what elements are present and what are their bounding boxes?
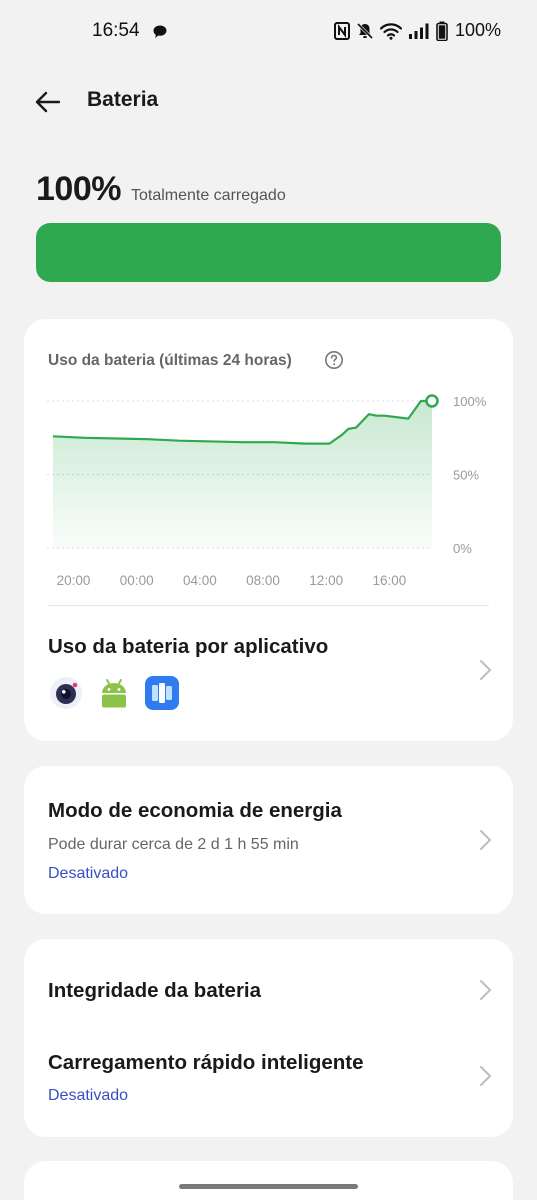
chevron-right-icon — [480, 1066, 491, 1086]
chevron-right-icon — [480, 830, 491, 850]
android-app-icon — [102, 679, 126, 708]
page-title: Bateria — [87, 88, 159, 111]
battery-level-row: 100% Totalmente carregado — [36, 170, 286, 209]
wifi-icon — [379, 22, 402, 40]
status-battery-percent: 100% — [454, 20, 501, 40]
battery-health-card: Integridade da bateria Carregamento rápi… — [24, 939, 513, 1137]
smart-fast-charge-state: Desativado — [48, 1087, 129, 1104]
smart-fast-charge-row[interactable] — [24, 1031, 513, 1137]
signal-icon — [408, 23, 429, 39]
chart-area — [53, 401, 432, 548]
next-settings-card[interactable] — [24, 1161, 513, 1200]
chat-bubble-icon — [153, 25, 167, 38]
status-bar: 16:54 100% — [0, 0, 537, 64]
status-icons: 100% — [333, 20, 501, 41]
chevron-right-icon — [480, 980, 491, 1000]
chart-end-point — [425, 394, 439, 408]
battery-level-value: 100% — [36, 170, 121, 208]
x-tick-label: 16:00 — [372, 573, 406, 588]
per-app-usage-title: Uso da bateria por aplicativo — [48, 635, 329, 658]
files-app-icon — [145, 676, 179, 710]
nfc-icon — [333, 21, 350, 40]
x-tick-label: 04:00 — [183, 573, 217, 588]
power-saving-estimate: Pode durar cerca de 2 d 1 h 55 min — [48, 836, 299, 853]
camera-app-icon — [50, 677, 82, 709]
power-saving-state: Desativado — [48, 865, 129, 882]
bell-muted-icon — [356, 22, 374, 39]
x-tick-label: 08:00 — [246, 573, 280, 588]
x-tick-label: 20:00 — [57, 573, 91, 588]
battery-usage-card: Uso da bateria (últimas 24 horas) 100% 50… — [24, 319, 513, 741]
power-saving-card[interactable]: Modo de economia de energia Pode durar c… — [24, 766, 513, 914]
battery-health-title: Integridade da bateria — [48, 979, 262, 1002]
battery-icon — [436, 21, 448, 41]
per-app-usage-row[interactable] — [24, 606, 513, 741]
smart-fast-charge-title: Carregamento rápido inteligente — [48, 1051, 364, 1074]
question-circle-icon[interactable] — [324, 350, 344, 370]
arrow-left-icon[interactable] — [30, 84, 66, 120]
x-tick-label: 12:00 — [309, 573, 343, 588]
battery-status: Totalmente carregado — [130, 187, 286, 204]
navigation-handle[interactable] — [179, 1184, 358, 1189]
battery-level-bar — [36, 223, 501, 282]
y-tick-label: 0% — [453, 541, 472, 556]
battery-level-fill — [36, 223, 501, 282]
power-saving-title: Modo de economia de energia — [48, 799, 342, 822]
header: Bateria — [0, 78, 537, 124]
y-tick-label: 50% — [453, 468, 479, 483]
y-tick-label: 100% — [453, 394, 487, 409]
battery-usage-chart: 100% 50% 0% 20:00 00:00 04:00 08:00 12:00 16:00 — [47, 394, 487, 588]
chart-title: Uso da bateria (últimas 24 horas) — [48, 352, 292, 369]
chevron-right-icon — [480, 660, 491, 680]
status-time: 16:54 — [92, 20, 140, 41]
x-tick-label: 00:00 — [120, 573, 154, 588]
